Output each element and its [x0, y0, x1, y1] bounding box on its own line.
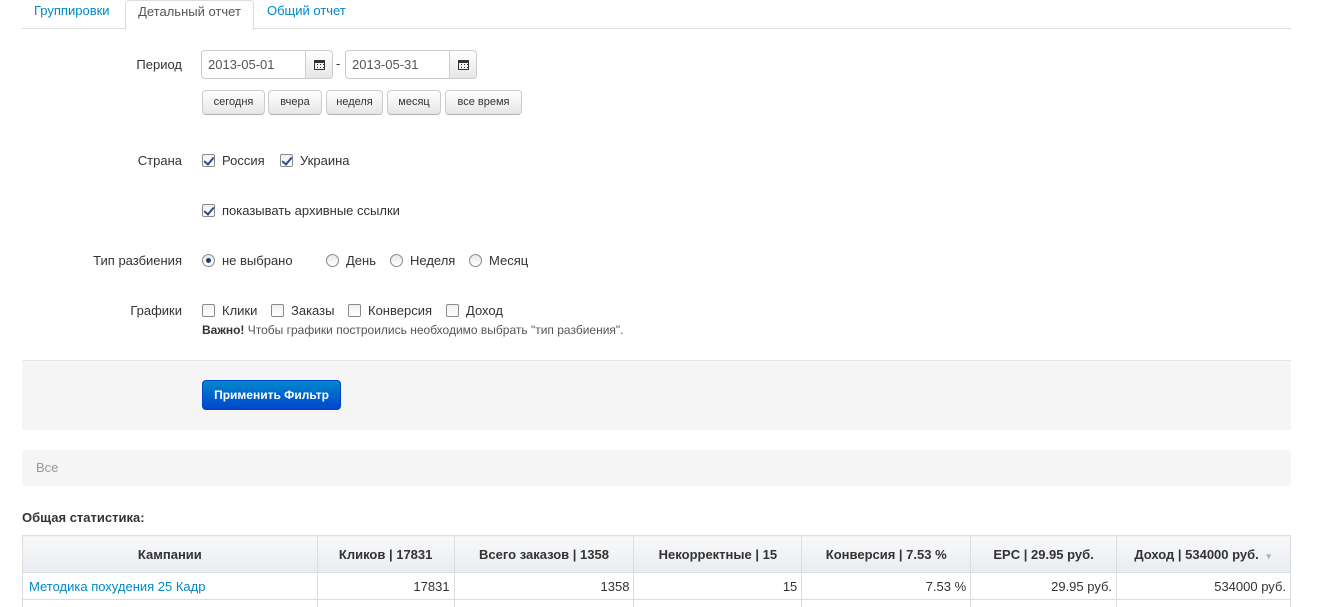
table-cell-empty [633, 599, 803, 607]
table-cell-empty [316, 599, 455, 607]
stats-title: Общая статистика: [22, 510, 145, 525]
table-cell-campaign: Методика похудения 25 Кадр [22, 572, 318, 600]
table-cell-empty [801, 599, 972, 607]
quick-all-time-button[interactable]: все время [445, 90, 522, 115]
table-cell-orders: 1358 [453, 572, 635, 600]
column-header-incorrect[interactable]: Некорректные | 15 [633, 535, 803, 573]
column-header-clicks[interactable]: Кликов | 17831 [316, 535, 455, 573]
table-cell-empty [453, 599, 635, 607]
table-cell-epc: 29.95 руб. [970, 572, 1118, 600]
country-ukraine-label: Украина [300, 153, 350, 168]
sort-desc-icon: ▼ [1264, 551, 1273, 561]
split-none-label: не выбрано [222, 253, 293, 268]
chart-conversion-label: Конверсия [368, 303, 433, 318]
chart-clicks-checkbox[interactable] [202, 304, 215, 317]
date-to-calendar-button[interactable] [449, 50, 477, 79]
split-type-label: Тип разбиения [93, 253, 182, 268]
country-label: Страна [137, 153, 182, 168]
country-russia-checkbox[interactable] [202, 154, 215, 167]
tab-detailed-report[interactable]: Детальный отчет [125, 0, 254, 30]
stats-table: Кампании Кликов | 17831 Всего заказов | … [22, 535, 1291, 607]
apply-filter-button[interactable]: Применить Фильтр [202, 380, 341, 410]
split-week-radio[interactable] [390, 254, 403, 267]
date-to-input[interactable] [345, 50, 449, 79]
breadcrumb-all: Все [36, 460, 59, 475]
charts-label: Графики [130, 303, 182, 318]
column-header-conversion[interactable]: Конверсия | 7.53 % [801, 535, 972, 573]
chart-orders-checkbox[interactable] [271, 304, 284, 317]
calendar-icon [457, 59, 469, 70]
country-ukraine-checkbox[interactable] [280, 154, 293, 167]
split-day-radio[interactable] [326, 254, 339, 267]
column-header-income[interactable]: Доход | 534000 руб. ▼ [1116, 535, 1291, 573]
period-label: Период [136, 57, 182, 72]
tab-general-report[interactable]: Общий отчет [255, 0, 358, 29]
archive-links-label: показывать архивные ссылки [222, 203, 400, 218]
calendar-icon [313, 59, 325, 70]
country-russia-label: Россия [222, 153, 265, 168]
split-none-radio[interactable] [202, 254, 215, 267]
charts-note: Важно! Чтобы графики построились необход… [202, 323, 624, 337]
date-from-input[interactable] [201, 50, 305, 79]
tab-groupings[interactable]: Группировки [22, 0, 122, 29]
filter-actions: Применить Фильтр [22, 360, 1291, 430]
date-from-calendar-button[interactable] [305, 50, 333, 79]
table-cell-conversion: 7.53 % [801, 572, 972, 600]
report-tabs: Группировки Детальный отчет Общий отчет [22, 0, 1291, 30]
table-cell-incorrect: 15 [633, 572, 803, 600]
table-cell-empty [1116, 599, 1291, 607]
column-header-epc[interactable]: EPC | 29.95 руб. [970, 535, 1118, 573]
date-to-group [345, 50, 477, 79]
chart-income-checkbox[interactable] [446, 304, 459, 317]
chart-orders-label: Заказы [291, 303, 335, 318]
date-from-group [201, 50, 333, 79]
charts-note-text: Чтобы графики построились необходимо выб… [244, 323, 624, 337]
chart-conversion-checkbox[interactable] [348, 304, 361, 317]
table-cell-empty [22, 599, 318, 607]
split-day-label: День [346, 253, 376, 268]
split-week-label: Неделя [410, 253, 456, 268]
table-cell-income: 534000 руб. [1116, 572, 1291, 600]
breadcrumb: Все [22, 450, 1291, 486]
quick-yesterday-button[interactable]: вчера [268, 90, 322, 115]
campaign-link[interactable]: Методика похудения 25 Кадр [29, 579, 205, 594]
date-separator: - [336, 56, 341, 71]
column-header-orders[interactable]: Всего заказов | 1358 [453, 535, 635, 573]
table-row: Методика похудения 25 Кадр 17831 1358 15… [22, 572, 1291, 600]
split-month-label: Месяц [489, 253, 529, 268]
quick-week-button[interactable]: неделя [326, 90, 383, 115]
table-cell-clicks: 17831 [316, 572, 455, 600]
chart-clicks-label: Клики [222, 303, 258, 318]
quick-month-button[interactable]: месяц [387, 90, 441, 115]
column-header-income-label: Доход | 534000 руб. [1134, 546, 1259, 562]
table-row [22, 599, 1291, 607]
quick-today-button[interactable]: сегодня [202, 90, 265, 115]
split-month-radio[interactable] [469, 254, 482, 267]
column-header-campaigns[interactable]: Кампании [22, 535, 318, 573]
chart-income-label: Доход [466, 303, 503, 318]
table-cell-empty [970, 599, 1118, 607]
archive-links-checkbox[interactable] [202, 204, 215, 217]
charts-note-important: Важно! [202, 323, 245, 337]
